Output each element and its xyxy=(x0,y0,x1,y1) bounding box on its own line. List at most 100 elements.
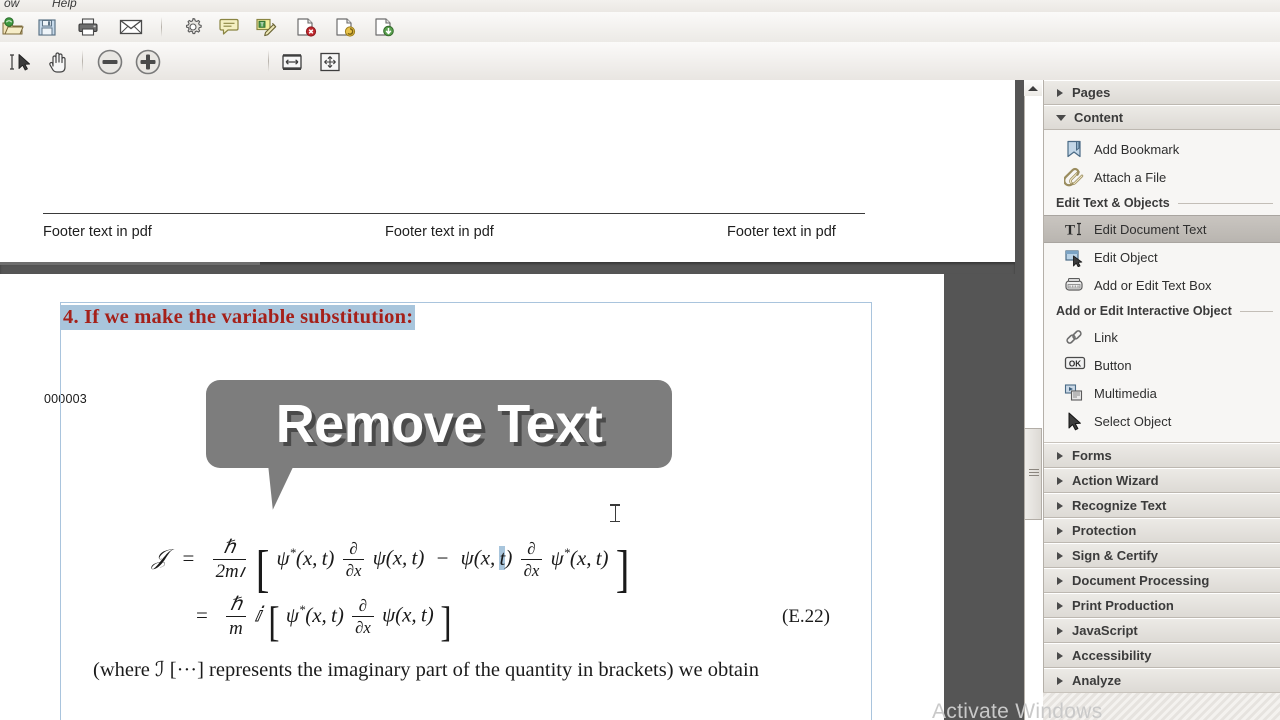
tool-attach-a-file[interactable]: Attach a File xyxy=(1044,163,1280,191)
settings-gear-icon[interactable] xyxy=(180,15,206,39)
group-interactive-object: Add or Edit Interactive Object xyxy=(1044,299,1280,323)
fit-page-icon[interactable] xyxy=(316,50,344,74)
tool-add-bookmark[interactable]: Add Bookmark xyxy=(1044,135,1280,163)
panel-action-wizard[interactable]: Action Wizard xyxy=(1044,468,1280,493)
panel-sign-certify[interactable]: Sign & Certify xyxy=(1044,543,1280,568)
tool-label: Edit Object xyxy=(1094,249,1158,265)
panel-label: JavaScript xyxy=(1072,623,1138,638)
chevron-right-icon xyxy=(1057,526,1063,535)
email-icon[interactable] xyxy=(118,15,144,39)
save-icon[interactable] xyxy=(34,15,60,39)
chevron-right-icon xyxy=(1057,651,1063,660)
page-nav-toolbar: 100% Tools Comment Sh xyxy=(0,42,1280,114)
selected-text-line[interactable]: 4. If we make the variable substitution: xyxy=(61,304,416,330)
pane-resize-hatch xyxy=(1043,692,1280,720)
panel-label: Protection xyxy=(1072,523,1137,538)
sticky-note-icon[interactable] xyxy=(216,15,242,39)
panel-label: Recognize Text xyxy=(1072,498,1167,513)
panel-print-production[interactable]: Print Production xyxy=(1044,593,1280,618)
select-tool-icon[interactable] xyxy=(4,50,40,74)
svg-text:T: T xyxy=(1065,223,1075,239)
footer-text-center: Footer text in pdf xyxy=(385,224,494,240)
chevron-up-icon xyxy=(1028,85,1038,91)
panel-javascript[interactable]: JavaScript xyxy=(1044,618,1280,643)
panel-label: Action Wizard xyxy=(1072,473,1159,488)
panel-analyze[interactable]: Analyze xyxy=(1044,668,1280,693)
tool-add-or-edit-text-box[interactable]: Add or Edit Text Box xyxy=(1044,271,1280,299)
insert-page-icon[interactable] xyxy=(371,15,397,39)
panel-accessibility[interactable]: Accessibility xyxy=(1044,643,1280,668)
hand-tool-icon[interactable] xyxy=(44,50,72,74)
panel-forms[interactable]: Forms xyxy=(1044,443,1280,468)
footer-text-left: Footer text in pdf xyxy=(43,224,152,240)
arrow-pointer-icon xyxy=(1064,411,1084,431)
panel-label: Sign & Certify xyxy=(1072,548,1158,563)
body-paragraph: (where ℐ [···] represents the imaginary … xyxy=(93,659,759,681)
panel-pages[interactable]: Pages xyxy=(1044,80,1280,105)
toolbar-separator xyxy=(82,50,83,72)
chevron-right-icon xyxy=(1057,576,1063,585)
menu-item-help[interactable]: Help xyxy=(52,0,77,10)
callout-tail xyxy=(268,461,301,510)
scrollbar-grip-icon xyxy=(1029,469,1039,476)
print-icon[interactable] xyxy=(75,15,101,39)
tool-edit-object[interactable]: Edit Object xyxy=(1044,243,1280,271)
group-rule xyxy=(1177,202,1273,204)
group-rule xyxy=(1239,310,1273,312)
edit-object-icon xyxy=(1064,247,1084,268)
menu-item-window[interactable]: ow xyxy=(4,0,19,10)
chevron-right-icon xyxy=(1057,501,1063,510)
toolbar-separator xyxy=(161,17,162,37)
group-label: Add or Edit Interactive Object xyxy=(1056,304,1232,318)
tool-edit-document-text[interactable]: T Edit Document Text xyxy=(1044,215,1280,243)
delete-page-icon[interactable] xyxy=(293,15,319,39)
tools-pane: Pages Content Add Bookmark Attach a File… xyxy=(1043,80,1280,720)
page-right-gutter xyxy=(944,274,1015,720)
equation-e22-line2: = ℏ m ⅈ [ ψ*(x, t) ∂ ∂x ψ(x, t) ] xyxy=(196,594,452,646)
link-chain-icon xyxy=(1064,327,1084,347)
callout-bubble: Remove Text xyxy=(206,380,672,468)
acrobat-window: ow Help T Footer text in pdf Footer text… xyxy=(0,0,1280,720)
tool-label: Attach a File xyxy=(1094,169,1167,185)
extract-page-icon[interactable] xyxy=(332,15,358,39)
panel-recognize-text[interactable]: Recognize Text xyxy=(1044,493,1280,518)
callout-label: Remove Text xyxy=(275,394,603,454)
tool-select-object[interactable]: Select Object xyxy=(1044,407,1280,435)
zoom-in-icon[interactable] xyxy=(132,49,164,75)
text-cursor-ibeam xyxy=(610,504,620,522)
highlight-text-icon[interactable]: T xyxy=(254,15,280,39)
group-edit-text-objects: Edit Text & Objects xyxy=(1044,191,1280,215)
zoom-out-icon[interactable] xyxy=(94,49,126,75)
open-file-icon[interactable] xyxy=(0,15,26,39)
chevron-down-icon xyxy=(1056,114,1066,121)
tool-label: Add Bookmark xyxy=(1094,141,1180,157)
scrollbar-gutter xyxy=(1015,80,1024,720)
vertical-scrollbar[interactable] xyxy=(1024,80,1044,720)
scroll-up-button[interactable] xyxy=(1024,80,1042,96)
tool-label: Select Object xyxy=(1094,413,1172,429)
footer-rule xyxy=(43,213,865,214)
tool-link[interactable]: Link xyxy=(1044,323,1280,351)
panel-content[interactable]: Content xyxy=(1044,105,1280,130)
chevron-right-icon xyxy=(1057,451,1063,460)
panel-label: Forms xyxy=(1072,448,1112,463)
panel-pages-label: Pages xyxy=(1072,85,1111,100)
panel-label: Document Processing xyxy=(1072,573,1210,588)
chevron-right-icon xyxy=(1057,476,1063,485)
panel-document-processing[interactable]: Document Processing xyxy=(1044,568,1280,593)
fit-width-icon[interactable] xyxy=(278,50,306,74)
ok-button-icon: OK xyxy=(1064,355,1086,375)
tool-button[interactable]: OK Button xyxy=(1044,351,1280,379)
svg-text:OK: OK xyxy=(1069,359,1081,368)
document-viewport[interactable]: Footer text in pdf Footer text in pdf Fo… xyxy=(0,80,1015,720)
paperclip-icon xyxy=(1063,167,1084,187)
panel-protection[interactable]: Protection xyxy=(1044,518,1280,543)
tool-label: Link xyxy=(1094,329,1118,345)
pdf-page-previous: Footer text in pdf Footer text in pdf Fo… xyxy=(0,80,1015,262)
scrollbar-thumb[interactable] xyxy=(1024,428,1042,520)
text-box-icon xyxy=(1064,275,1084,295)
chevron-right-icon xyxy=(1057,601,1063,610)
footer-text-right: Footer text in pdf xyxy=(727,224,836,240)
chevron-right-icon xyxy=(1057,551,1063,560)
tool-multimedia[interactable]: Multimedia xyxy=(1044,379,1280,407)
